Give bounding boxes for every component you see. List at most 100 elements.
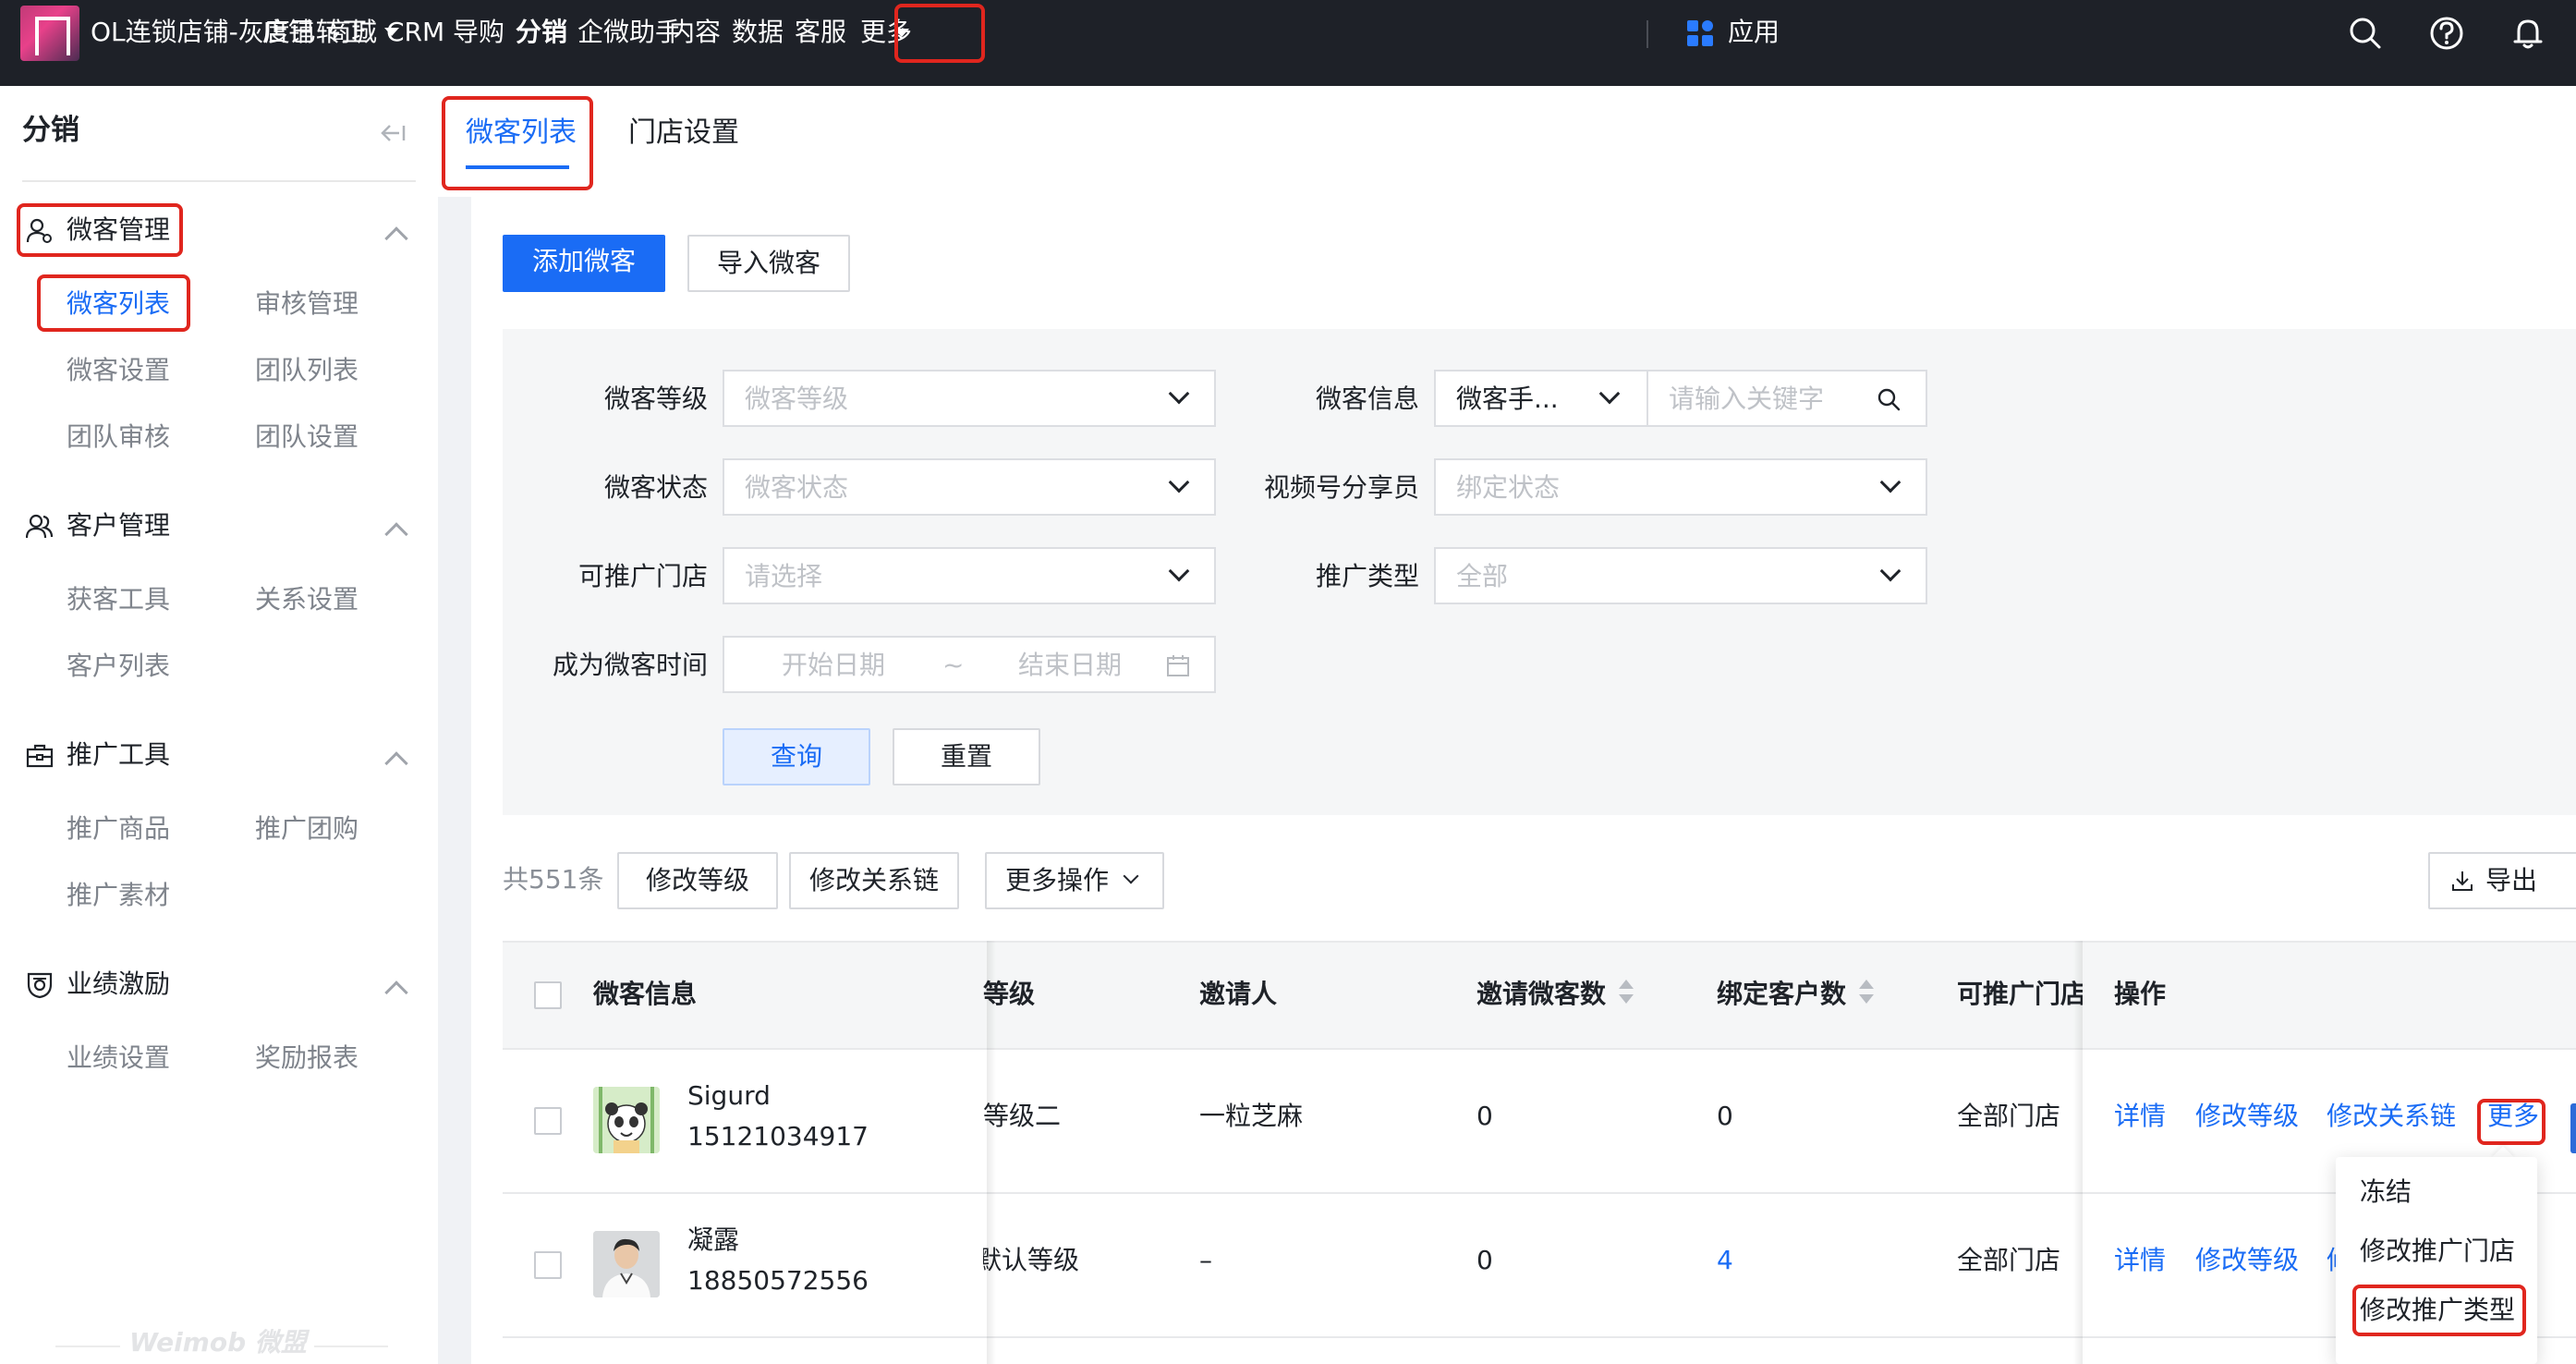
select-all-checkbox[interactable] — [534, 981, 562, 1009]
panda-avatar-image — [593, 1087, 660, 1153]
reset-button[interactable]: 重置 — [893, 728, 1040, 786]
collapse-sidebar-icon[interactable] — [379, 123, 407, 143]
download-icon — [2452, 871, 2473, 891]
sidebar-item-team-review[interactable]: 团队审核 — [67, 420, 170, 454]
level-select[interactable]: 微客等级 — [723, 370, 1216, 427]
modify-chain-link[interactable]: 修改关系链 — [2327, 1100, 2456, 1133]
modify-level-link[interactable]: 修改等级 — [2195, 1100, 2299, 1133]
footer-divider — [55, 1346, 120, 1347]
sidebar-item-review-management[interactable]: 审核管理 — [255, 287, 358, 321]
filter-label-level: 微客等级 — [603, 384, 708, 414]
nav-mall[interactable]: 商城 — [325, 17, 377, 48]
microguest-table: 微客信息 等级 邀请人 邀请微客数 绑定客户数 可推广门店 Sigurd 151… — [503, 941, 2576, 1364]
sidebar-item-acquisition-tools[interactable]: 获客工具 — [67, 583, 170, 616]
promotable-stores: 全部门店 — [1957, 1245, 2061, 1275]
sidebar-item-reward-report[interactable]: 奖励报表 — [255, 1041, 358, 1075]
nav-guide[interactable]: 导购 — [453, 17, 504, 48]
sidebar-group-performance-incentives[interactable]: 业绩激励 — [22, 966, 419, 1003]
bound-count-link[interactable]: 4 — [1717, 1244, 1733, 1277]
medal-icon — [27, 972, 53, 999]
bell-icon[interactable] — [2509, 15, 2546, 52]
status-select[interactable]: 微客状态 — [723, 458, 1216, 516]
status-placeholder: 微客状态 — [745, 472, 849, 503]
sidebar-item-promoted-products[interactable]: 推广商品 — [67, 812, 170, 846]
nav-apps-label[interactable]: 应用 — [1728, 17, 1780, 48]
side-float-tab[interactable] — [2570, 1103, 2576, 1153]
detail-link[interactable]: 详情 — [2114, 1100, 2166, 1133]
level-placeholder: 微客等级 — [745, 384, 849, 414]
top-navigation-bar: OL连锁店铺-灰度已转正 店铺 商城 CRM 导购 分销 企微助手 内容 数据 … — [0, 0, 2576, 86]
sidebar-group-promotion-tools[interactable]: 推广工具 — [22, 737, 419, 773]
column-header-level: 等级 — [983, 979, 1036, 1009]
weimob-logo: Weimob 微盟 — [129, 1327, 307, 1358]
nav-store[interactable]: 店铺 — [262, 17, 314, 48]
search-icon[interactable] — [2347, 15, 2384, 52]
avatar — [593, 1231, 660, 1297]
microguest-phone: 18850572556 — [687, 1265, 869, 1296]
sidebar-item-microguest-settings[interactable]: 微客设置 — [67, 354, 170, 387]
inviter-name: – — [1199, 1245, 1212, 1275]
promotable-stores: 全部门店 — [1957, 1101, 2061, 1131]
sidebar-item-team-settings[interactable]: 团队设置 — [255, 420, 358, 454]
nav-divider — [1646, 20, 1648, 48]
column-header-info: 微客信息 — [593, 979, 698, 1009]
end-date-input[interactable]: 结束日期 — [1018, 649, 1122, 682]
modify-level-link[interactable]: 修改等级 — [2195, 1244, 2299, 1277]
more-operations-button[interactable]: 更多操作 — [985, 852, 1164, 909]
sidebar-item-relation-settings[interactable]: 关系设置 — [255, 583, 358, 616]
video-sharer-select[interactable]: 绑定状态 — [1434, 458, 1927, 516]
sidebar-item-promoted-group-buy[interactable]: 推广团购 — [255, 812, 358, 846]
microguest-level: 默认等级 — [983, 1245, 1079, 1275]
sidebar-item-performance-settings[interactable]: 业绩设置 — [67, 1041, 170, 1075]
highlight-tab-microguest-list — [442, 96, 593, 190]
more-operations-label: 更多操作 — [1005, 865, 1110, 895]
person-avatar-image — [593, 1231, 660, 1297]
sidebar-item-customer-list[interactable]: 客户列表 — [67, 650, 170, 683]
date-range-picker[interactable]: 开始日期 ~ 结束日期 — [723, 636, 1216, 693]
info-type-select[interactable]: 微客手... — [1434, 370, 1648, 427]
add-microguest-button[interactable]: 添加微客 — [503, 235, 665, 292]
nav-data[interactable]: 数据 — [732, 17, 784, 48]
fixed-column-shadow — [2073, 941, 2083, 1364]
export-button[interactable]: 导出 — [2428, 852, 2576, 909]
nav-content[interactable]: 内容 — [669, 17, 721, 48]
apps-grid-icon[interactable] — [1687, 20, 1715, 48]
nav-customer-service[interactable]: 客服 — [795, 17, 846, 48]
column-header-stores: 可推广门店 — [1957, 979, 2087, 1009]
sidebar-group-customer-management[interactable]: 客户管理 — [22, 507, 419, 544]
batch-modify-level-button[interactable]: 修改等级 — [617, 852, 778, 909]
menu-item-freeze[interactable]: 冻结 — [2360, 1175, 2412, 1209]
sort-icon[interactable] — [1619, 980, 1634, 1007]
menu-item-modify-store[interactable]: 修改推广门店 — [2360, 1235, 2515, 1268]
import-microguest-button[interactable]: 导入微客 — [687, 235, 850, 292]
store-logo[interactable] — [20, 6, 79, 61]
row-checkbox[interactable] — [534, 1107, 562, 1135]
keyword-search-input[interactable]: 请输入关键字 — [1646, 370, 1927, 427]
sidebar-item-team-list[interactable]: 团队列表 — [255, 354, 358, 387]
filter-label-status: 微客状态 — [603, 472, 708, 503]
filter-label-join-time: 成为微客时间 — [552, 650, 708, 680]
filter-label-info: 微客信息 — [1315, 384, 1419, 414]
nav-distribution[interactable]: 分销 — [516, 17, 567, 48]
bound-count: 0 — [1717, 1101, 1733, 1131]
microguest-phone: 15121034917 — [687, 1121, 869, 1151]
sidebar-group-label: 推广工具 — [67, 739, 171, 770]
tab-store-settings[interactable]: 门店设置 — [628, 116, 739, 151]
nav-crm[interactable]: CRM — [386, 17, 444, 48]
start-date-input[interactable]: 开始日期 — [782, 649, 885, 682]
store-select[interactable]: 请选择 — [723, 547, 1216, 604]
promo-type-select[interactable]: 全部 — [1434, 547, 1927, 604]
row-checkbox[interactable] — [534, 1251, 562, 1279]
column-header-operations: 操作 — [2114, 979, 2167, 1009]
calendar-icon[interactable] — [1166, 654, 1190, 678]
query-button[interactable]: 查询 — [723, 728, 870, 786]
search-icon[interactable] — [1876, 386, 1902, 412]
batch-modify-chain-button[interactable]: 修改关系链 — [789, 852, 959, 909]
help-icon[interactable] — [2428, 15, 2465, 52]
detail-link[interactable]: 详情 — [2114, 1244, 2166, 1277]
chevron-down-icon — [1123, 868, 1139, 884]
sort-icon[interactable] — [1859, 980, 1874, 1007]
sidebar-item-promo-materials[interactable]: 推广素材 — [67, 879, 170, 912]
nav-wecom-assistant[interactable]: 企微助手 — [577, 17, 681, 48]
promo-type-value: 全部 — [1456, 561, 1509, 591]
